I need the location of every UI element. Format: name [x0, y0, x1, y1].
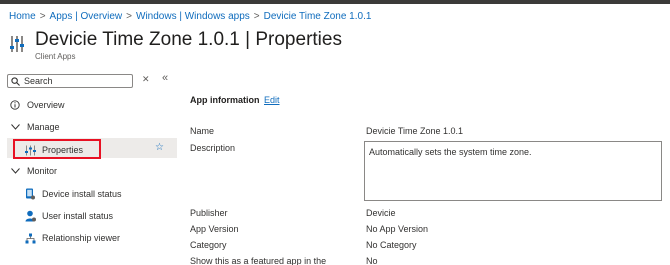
sidebar-group-label: Monitor [27, 166, 58, 176]
breadcrumb-apps-overview[interactable]: Apps | Overview [50, 11, 123, 22]
chevron-down-icon [9, 121, 21, 133]
app-version-label: App Version [190, 224, 239, 234]
collapse-icon[interactable]: « [162, 72, 168, 84]
featured-value: No [366, 256, 378, 265]
breadcrumb: Home > Apps | Overview > Windows | Windows a… [9, 11, 371, 22]
edit-link[interactable]: Edit [264, 95, 280, 105]
name-label: Name [190, 126, 215, 136]
description-label: Description [190, 143, 236, 153]
sidebar-group-manage[interactable]: Manage [9, 121, 60, 133]
breadcrumb-home[interactable]: Home [9, 11, 36, 22]
sidebar-item-device-install-status[interactable]: Device install status [24, 188, 122, 200]
search-icon [11, 76, 20, 86]
relationship-icon [24, 232, 36, 244]
sidebar-item-label: Device install status [42, 189, 122, 199]
user-icon [24, 210, 36, 222]
app-settings-icon [10, 34, 24, 54]
publisher-value: Devicie [366, 208, 396, 218]
star-icon[interactable]: ☆ [155, 142, 164, 153]
more-options-button[interactable]: ··· [312, 32, 327, 46]
page-subtitle: Client Apps [35, 52, 76, 61]
sidebar-item-label: User install status [42, 211, 114, 221]
description-value: Automatically sets the system time zone. [369, 147, 532, 157]
chevron-right-icon: > [126, 11, 132, 22]
sidebar-item-user-install-status[interactable]: User install status [24, 210, 113, 222]
top-bar [0, 0, 670, 4]
page-title: Devicie Time Zone 1.0.1 | Properties [35, 29, 342, 50]
breadcrumb-windows-apps[interactable]: Windows | Windows apps [136, 11, 250, 22]
sidebar-item-overview[interactable]: Overview [9, 99, 65, 111]
section-title: App information [190, 95, 260, 105]
info-icon [9, 99, 21, 111]
category-value: No Category [366, 240, 417, 250]
chevron-right-icon: > [39, 11, 46, 22]
sidebar-item-relationship-viewer[interactable]: Relationship viewer [24, 232, 120, 244]
app-version-value: No App Version [366, 224, 429, 234]
breadcrumb-app[interactable]: Devicie Time Zone 1.0.1 [264, 11, 372, 22]
name-value: Devicie Time Zone 1.0.1 [366, 126, 464, 136]
device-icon [24, 188, 36, 200]
search-box[interactable] [7, 74, 133, 88]
chevron-right-icon: > [253, 11, 260, 22]
sidebar-group-monitor[interactable]: Monitor [9, 165, 57, 177]
chevron-down-icon [9, 165, 21, 177]
publisher-label: Publisher [190, 208, 228, 218]
category-label: Category [190, 240, 227, 250]
sidebar-group-label: Manage [27, 122, 60, 132]
search-input[interactable] [24, 76, 124, 86]
sidebar-item-label: Overview [27, 100, 65, 110]
clear-icon[interactable]: ✕ [142, 74, 150, 85]
description-field[interactable]: Automatically sets the system time zone. [364, 141, 662, 201]
sidebar-item-label: Relationship viewer [42, 233, 121, 243]
highlight-box [13, 139, 101, 159]
featured-label: Show this as a featured app in the [190, 256, 327, 265]
